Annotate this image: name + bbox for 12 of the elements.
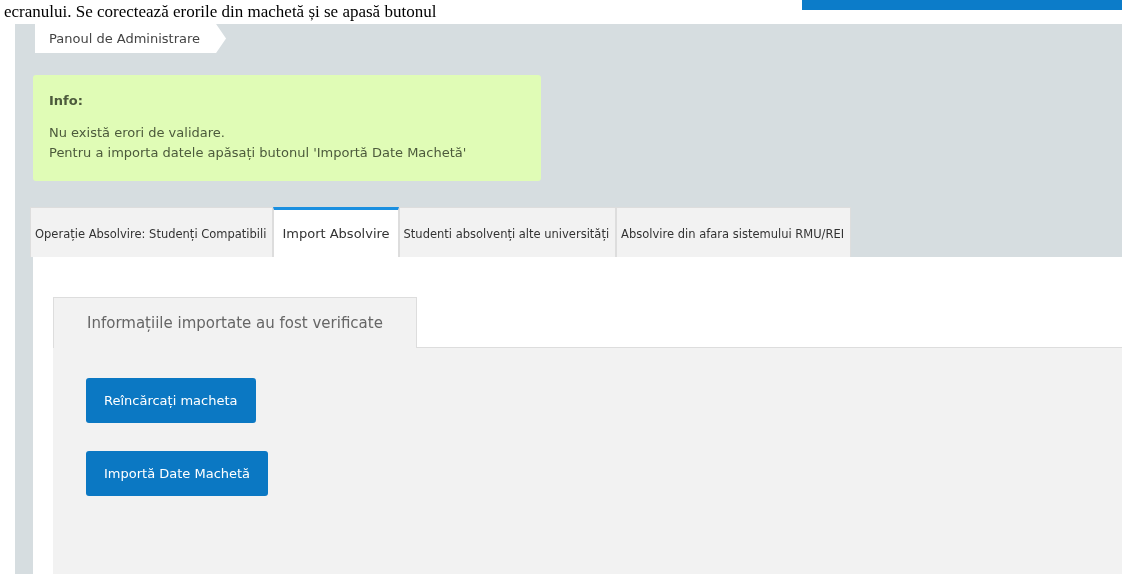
alert-text: Nu există erori de validare. <box>49 124 226 142</box>
tab[interactable]: Operație Absolvire: Studenți Compatibili <box>30 207 274 257</box>
document-text: ecranului. Se corectează erorile din machetă și se apasă butonul <box>4 2 437 22</box>
alert-title: Info: <box>49 92 84 110</box>
tab[interactable]: Studenti absolvenți alte universități <box>398 207 617 257</box>
panel-tab[interactable]: Informațiile importate au fost verificate <box>53 297 417 348</box>
action-button[interactable]: Importă Date Machetă <box>86 451 269 496</box>
action-button[interactable]: Reîncărcați macheta <box>86 378 256 423</box>
breadcrumb[interactable]: Panoul de Administrare <box>35 24 227 53</box>
tab[interactable]: Import Absolvire <box>273 207 399 257</box>
tab[interactable]: Absolvire din afara sistemului RMU/REI <box>616 207 852 257</box>
alert-text: Pentru a importa datele apăsați butonul 'Importă Date Machetă' <box>49 144 468 162</box>
